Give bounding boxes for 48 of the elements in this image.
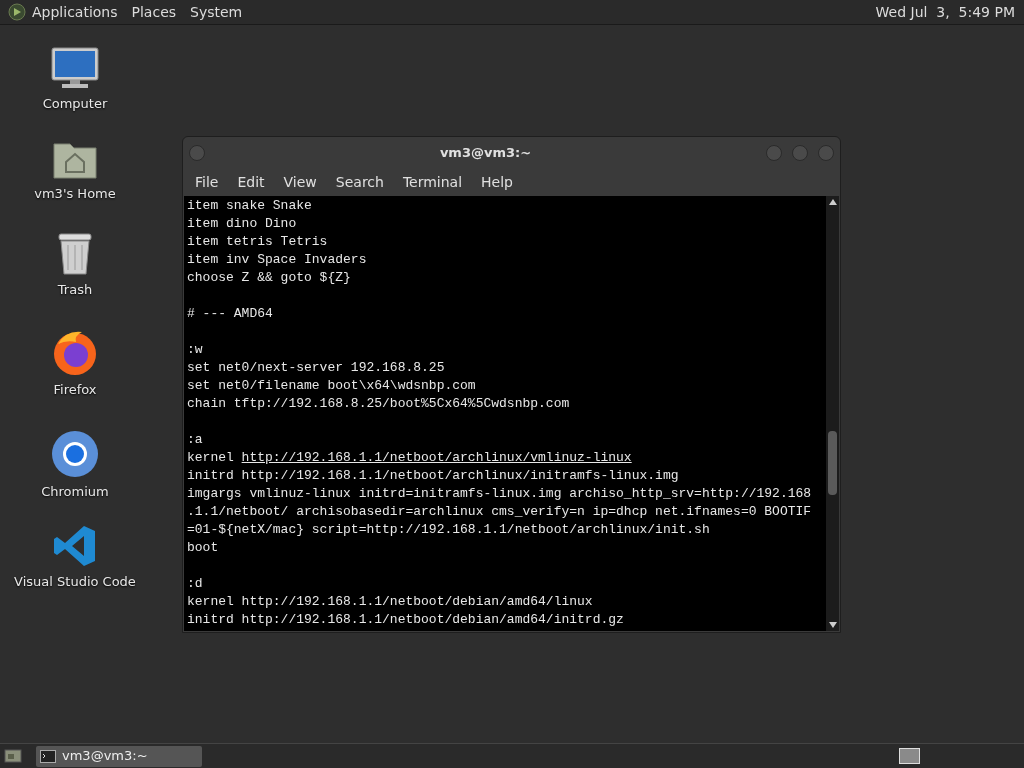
- taskbar-button[interactable]: vm3@vm3:~: [36, 745, 202, 767]
- desktop-icon-label[interactable]: vm3's Home: [34, 184, 116, 204]
- terminal-line: choose Z && goto ${Z}: [187, 270, 351, 285]
- panel-menu[interactable]: Applications: [32, 1, 118, 23]
- desktop-icon-label[interactable]: Trash: [57, 280, 93, 300]
- clock[interactable]: Wed Jul 3, 5:49 PM: [875, 1, 1015, 23]
- scroll-down-icon[interactable]: [828, 622, 837, 628]
- terminal-line: set net0/filename boot\x64\wdsnbp.com: [187, 378, 476, 393]
- terminal-line: :d: [187, 576, 203, 591]
- menu-item[interactable]: File: [187, 172, 227, 193]
- terminal-line: :a: [187, 432, 203, 447]
- menu-item[interactable]: Terminal: [394, 172, 471, 193]
- terminal-line: .1.1/netboot/ archisobasedir=archlinux cms_verify=n ip=dhcp net.ifnames=0 BOOTIF: [187, 504, 812, 519]
- terminal-link[interactable]: http://192.168.1.1/netboot/archlinux/vmlinuz-linux: [241, 450, 632, 465]
- terminal-line: :w: [187, 342, 203, 357]
- terminal-line: initrd http://192.168.1.1/netboot/archlinux/initramfs-linux.img: [187, 468, 679, 483]
- desktop-icon-label[interactable]: Visual Studio Code: [14, 572, 136, 592]
- show-desktop-icon[interactable]: [4, 748, 22, 764]
- terminal-text: kernel: [187, 450, 235, 465]
- terminal-line: item tetris Tetris: [187, 234, 328, 249]
- terminal-line: item inv Space Invaders: [187, 252, 367, 267]
- terminal-line: item snake Snake: [187, 198, 312, 213]
- menu-item[interactable]: Help: [473, 172, 521, 193]
- window-title: vm3@vm3:~: [438, 144, 533, 163]
- scrollbar[interactable]: [826, 196, 839, 631]
- panel-menu[interactable]: Places: [131, 1, 177, 23]
- scroll-up-icon[interactable]: [828, 199, 837, 205]
- menu-item[interactable]: Edit: [229, 172, 273, 193]
- terminal-line: chain tftp://192.168.8.25/boot%5Cx64%5Cwdsnbp.com: [187, 396, 570, 411]
- scrollbar-thumb[interactable]: [828, 431, 837, 495]
- terminal-line: boot: [187, 540, 219, 555]
- terminal-line: set net0/next-server 192.168.8.25: [187, 360, 445, 375]
- menu-logo-icon[interactable]: [8, 3, 26, 21]
- terminal-line: =01-${netX/mac} script=http://192.168.1.1/netboot/archlinux/init.sh: [187, 522, 710, 537]
- desktop-icon-label[interactable]: Firefox: [53, 380, 97, 400]
- desktop-icon-label[interactable]: Chromium: [41, 482, 109, 502]
- workspace-switcher[interactable]: [899, 748, 920, 764]
- terminal-line: initrd http://192.168.1.1/netboot/debian/amd64/initrd.gz: [187, 612, 624, 627]
- terminal-icon: [40, 749, 56, 763]
- terminal-line: item dino Dino: [187, 216, 297, 231]
- desktop-icon-label[interactable]: Computer: [42, 94, 108, 114]
- browser-icon[interactable]: [51, 428, 99, 478]
- terminal-line: # --- AMD64: [187, 306, 273, 321]
- terminal-line: kernel http://192.168.1.1/netboot/debian/amd64/linux: [187, 594, 593, 609]
- menu-item[interactable]: View: [275, 172, 325, 193]
- menu-item[interactable]: Search: [327, 172, 392, 193]
- panel-menu[interactable]: System: [190, 1, 243, 23]
- terminal-line: imgargs vmlinuz-linux initrd=initramfs-linux.img archiso_http_srv=http://192.168: [187, 486, 812, 501]
